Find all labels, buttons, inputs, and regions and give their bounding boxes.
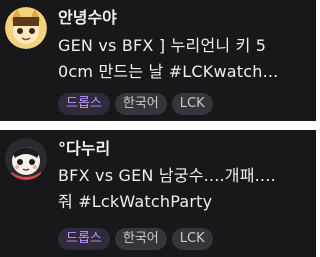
tag-lck[interactable]: LCK <box>171 93 213 115</box>
tag-list: 드롭스 한국어 LCK <box>58 93 213 115</box>
tag-drops[interactable]: 드롭스 <box>58 228 110 250</box>
stream-list: 안녕수야 GEN vs BFX ] 누리언니 키 5 0cm 만드는 날 #LC… <box>0 0 316 257</box>
avatar[interactable] <box>5 138 47 180</box>
avatar[interactable] <box>5 7 47 49</box>
tag-lck[interactable]: LCK <box>171 228 213 250</box>
tag-list: 드롭스 한국어 LCK <box>58 228 213 250</box>
stream-title[interactable]: BFX vs GEN 남궁수....개패.... 줘 #LckWatchPart… <box>58 163 310 215</box>
streamer-name[interactable]: °다누리 <box>58 135 110 159</box>
divider <box>0 121 316 130</box>
stream-card[interactable]: 안녕수야 GEN vs BFX ] 누리언니 키 5 0cm 만드는 날 #LC… <box>0 0 316 121</box>
stream-title-line: 0cm 만드는 날 #LCKwatch... <box>58 62 279 81</box>
tag-korean[interactable]: 한국어 <box>114 93 167 115</box>
stream-title-line: GEN vs BFX ] 누리언니 키 5 <box>58 36 267 55</box>
tag-drops[interactable]: 드롭스 <box>58 93 110 115</box>
stream-title[interactable]: GEN vs BFX ] 누리언니 키 5 0cm 만드는 날 #LCKwatc… <box>58 33 310 85</box>
stream-title-line: 줘 #LckWatchParty <box>58 192 213 211</box>
stream-title-line: BFX vs GEN 남궁수....개패.... <box>58 166 276 185</box>
streamer-name[interactable]: 안녕수야 <box>58 4 117 28</box>
tag-korean[interactable]: 한국어 <box>114 228 167 250</box>
stream-card[interactable]: °다누리 BFX vs GEN 남궁수....개패.... 줘 #LckWatc… <box>0 130 316 257</box>
